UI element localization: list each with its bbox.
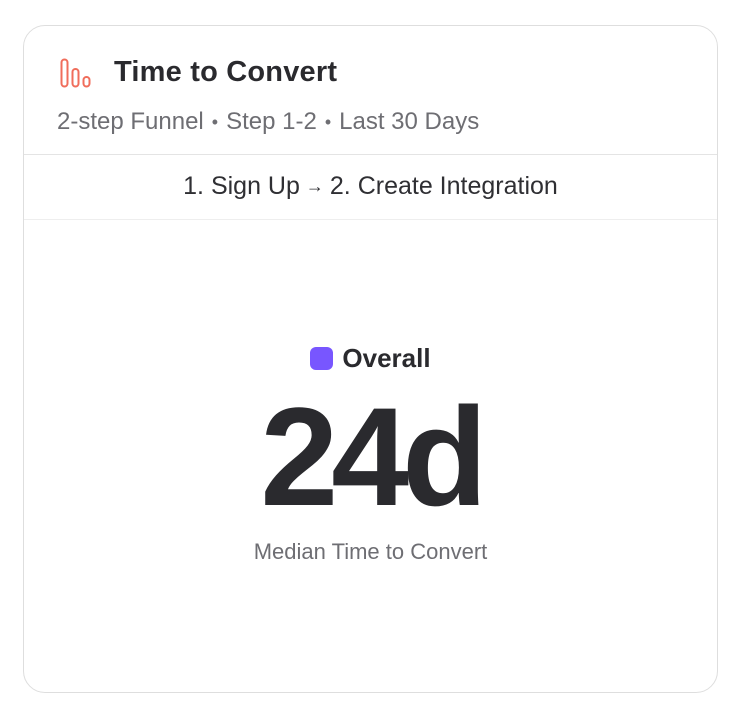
series-legend: Overall [24,343,717,374]
card-header: Time to Convert 2-step Funnel • Step 1-2… [24,26,717,155]
separator-dot: • [324,111,332,132]
title-row: Time to Convert [60,56,337,89]
step-range: Step 1-2 [226,108,317,135]
series-color-swatch [310,347,334,370]
step-to: 2. Create Integration [329,172,558,200]
card-title[interactable]: Time to Convert [114,56,337,89]
funnel-type: 2-step Funnel [57,108,204,135]
insight-card: Time to Convert 2-step Funnel • Step 1-2… [23,25,718,693]
card-subtitle: 2-step Funnel • Step 1-2 • Last 30 Days [57,108,479,136]
step-from: 1. Sign Up [183,172,300,200]
metric-caption: Median Time to Convert [253,539,488,564]
date-range: Last 30 Days [339,108,480,135]
metric-value: 24d [260,378,487,535]
funnel-steps: 1. Sign Up → 2. Create Integration [24,154,717,220]
series-label: Overall [342,343,431,373]
arrow-right-icon: → [305,176,324,196]
bar-chart-icon [60,58,92,88]
metric-area: Overall 24d Median Time to Convert [24,219,717,692]
separator-dot: • [211,111,219,132]
